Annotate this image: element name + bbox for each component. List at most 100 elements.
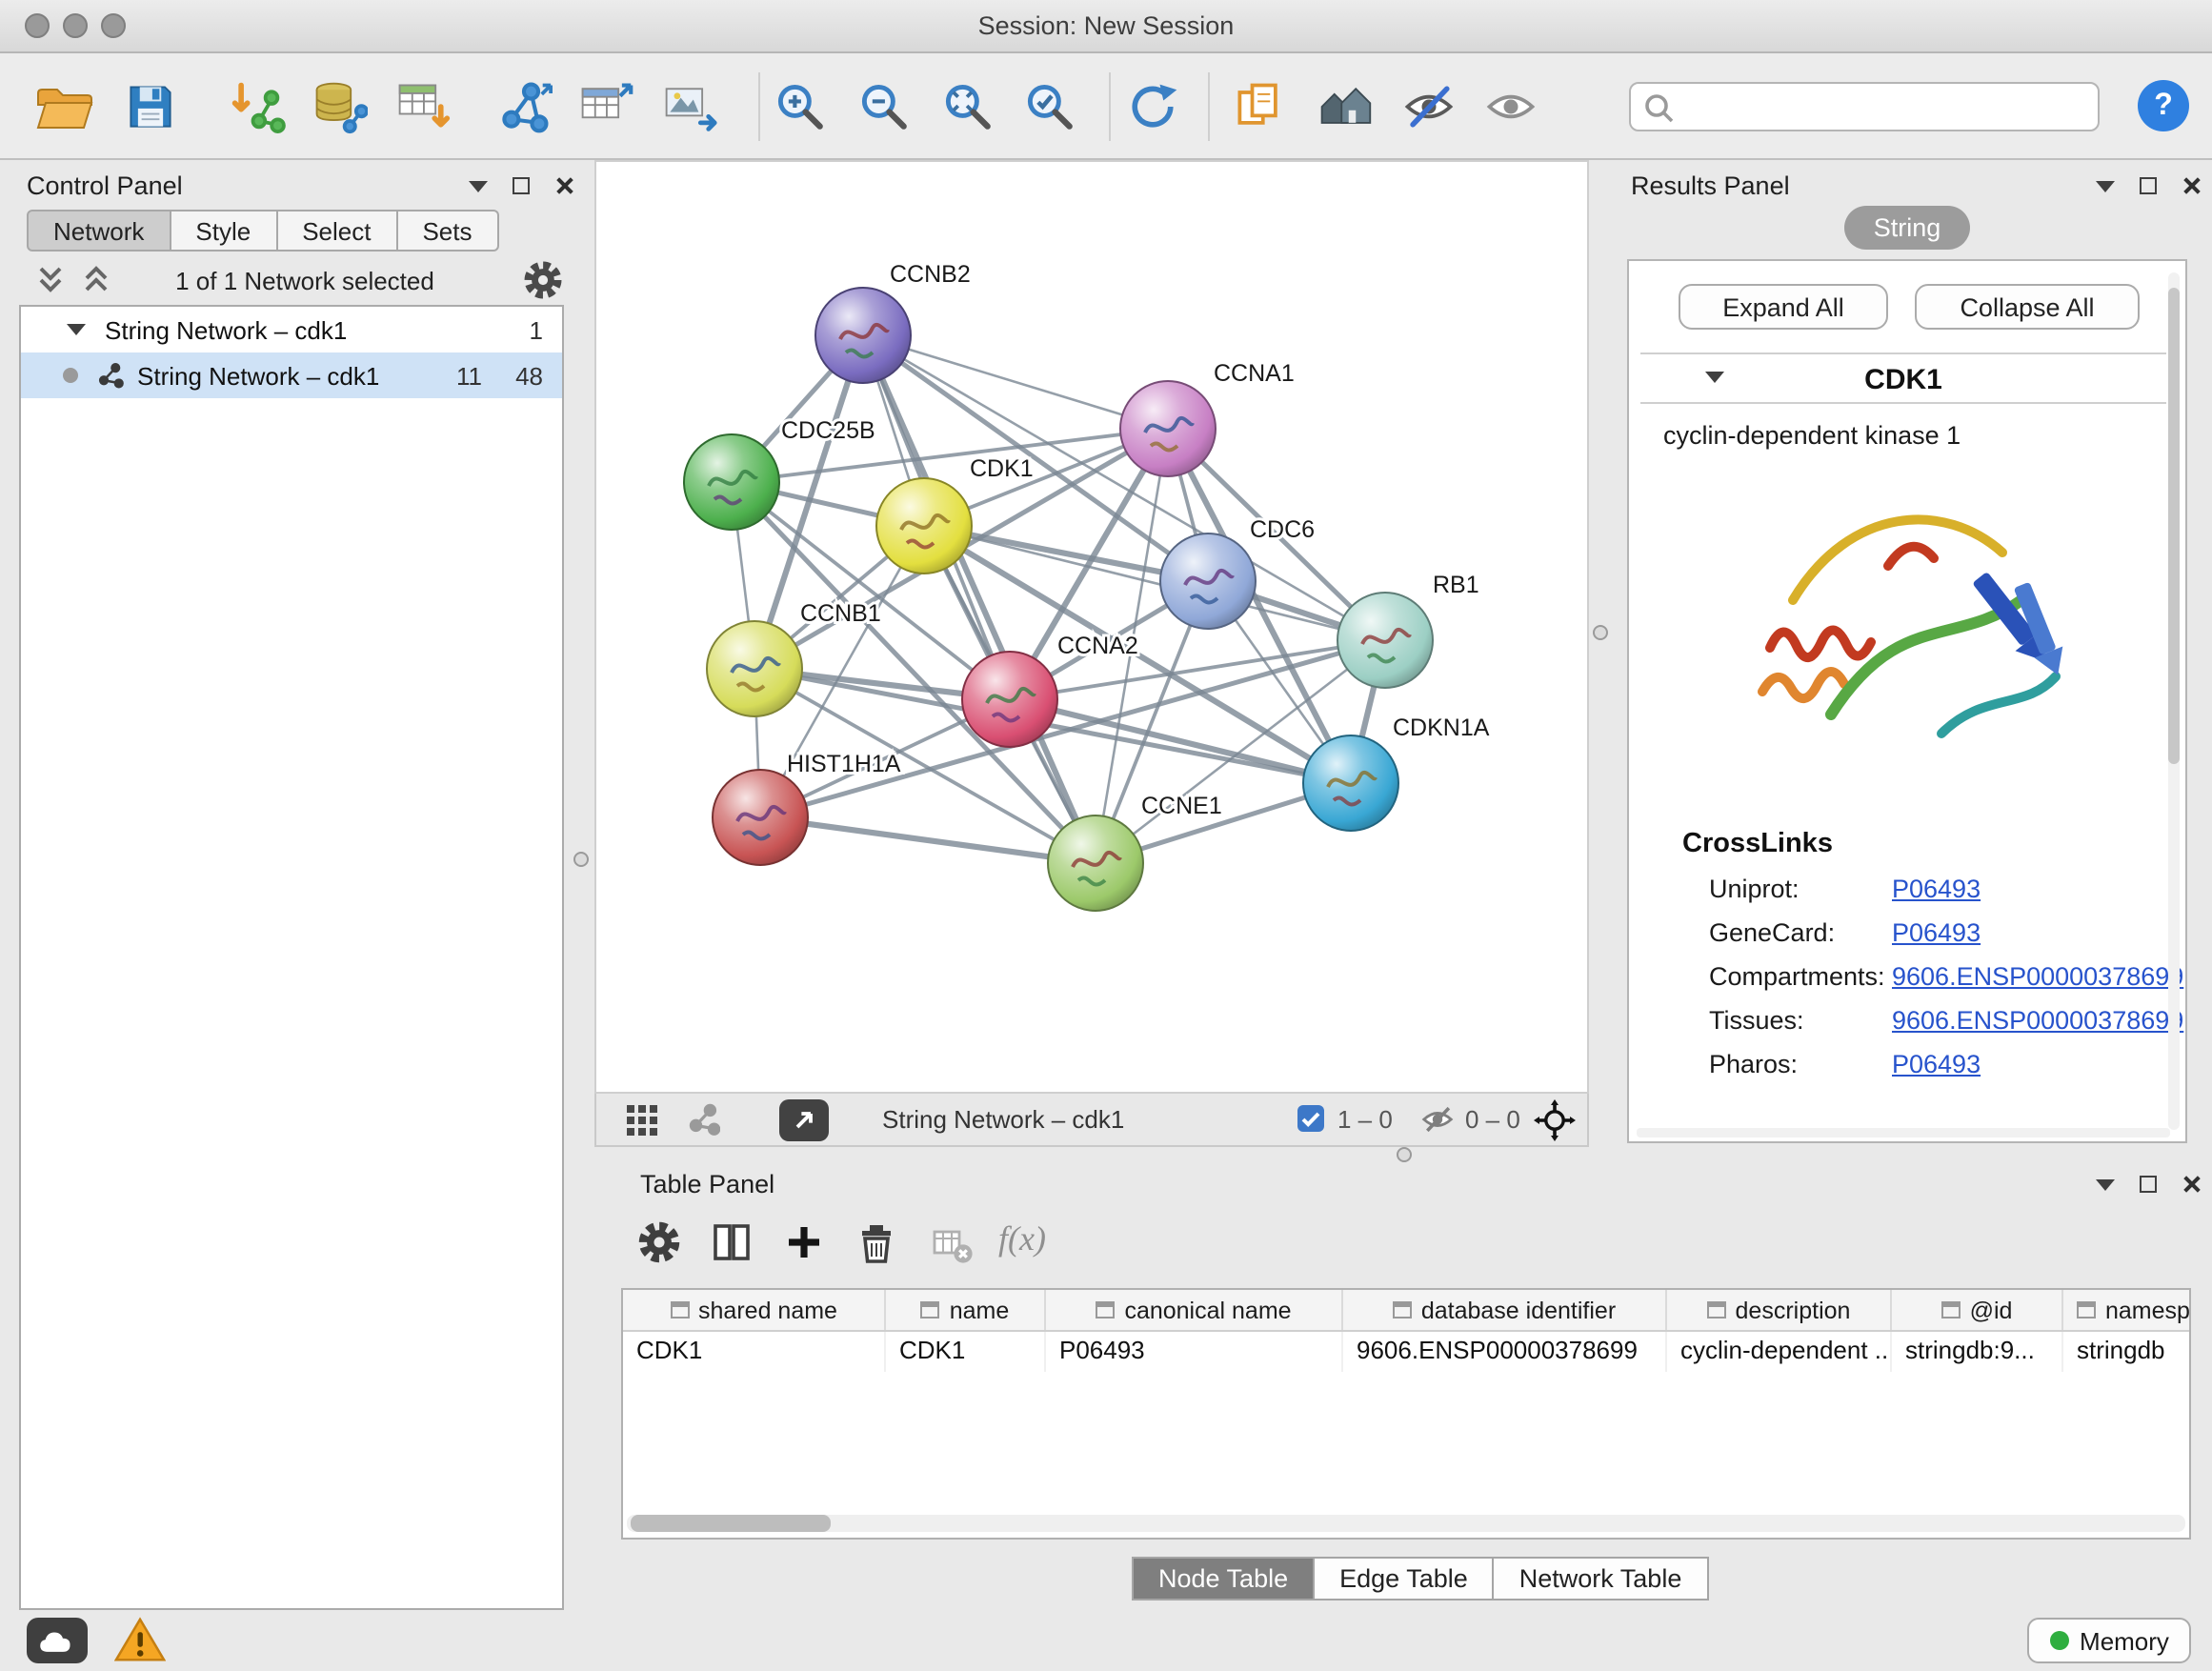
zoom-in-button[interactable] (768, 74, 833, 139)
delete-table-button[interactable] (930, 1223, 974, 1267)
function-builder-button[interactable]: f(x) (998, 1219, 1046, 1259)
show-columns-button[interactable] (709, 1219, 754, 1265)
column-header-description[interactable]: description (1667, 1290, 1892, 1330)
network-view-canvas[interactable]: CCNB2CCNA1CDC25BCDK1CDC6RB1CCNB1CCNA2CDK… (594, 160, 1589, 1094)
panel-close-icon[interactable] (2182, 1174, 2202, 1195)
show-hidden-button[interactable] (1478, 74, 1543, 139)
table-cell[interactable]: 9606.ENSP00000378699 (1343, 1332, 1667, 1372)
crosslink-pharos[interactable]: P06493 (1892, 1050, 1981, 1078)
help-button[interactable]: ? (2138, 80, 2189, 131)
column-header-name[interactable]: name (886, 1290, 1046, 1330)
table-row[interactable]: CDK1CDK1P064939606.ENSP00000378699cyclin… (623, 1332, 2189, 1372)
tree-expand-icon[interactable] (67, 324, 86, 335)
import-network-from-database-button[interactable] (307, 74, 372, 139)
table-cell[interactable]: stringdb:9... (1892, 1332, 2063, 1372)
panel-maximize-icon[interactable] (2140, 1176, 2157, 1193)
string-network-graph[interactable]: CCNB2CCNA1CDC25BCDK1CDC6RB1CCNB1CCNA2CDK… (596, 162, 1587, 1092)
panel-float-icon[interactable] (2096, 1178, 2115, 1190)
new-network-button[interactable] (492, 74, 556, 139)
network-overview-button[interactable] (688, 1103, 720, 1136)
save-session-button[interactable] (118, 74, 183, 139)
column-header-database-identifier[interactable]: database identifier (1343, 1290, 1667, 1330)
selected-checkbox-icon[interactable] (1297, 1105, 1324, 1132)
network-node-CDC25B[interactable]: CDC25B (684, 417, 875, 530)
hide-selected-button[interactable] (1397, 74, 1461, 139)
table-settings-button[interactable] (636, 1219, 682, 1265)
hidden-eye-slash-icon[interactable] (1419, 1101, 1456, 1137)
network-node-CCNA1[interactable]: CCNA1 (1120, 360, 1295, 476)
edge-HIST1H1A-CCNE1[interactable] (760, 817, 1096, 863)
table-cell[interactable]: stringdb (2063, 1332, 2191, 1372)
table-horizontal-scrollbar[interactable] (627, 1515, 2185, 1532)
results-tab-string[interactable]: String (1844, 206, 1970, 250)
search-field[interactable] (1629, 82, 2100, 131)
show-all-networks-button[interactable] (1313, 74, 1377, 139)
export-image-button[interactable] (657, 74, 722, 139)
zoom-selected-button[interactable] (1017, 74, 1082, 139)
splitter-handle[interactable] (1397, 1147, 1412, 1162)
panel-maximize-icon[interactable] (513, 177, 530, 194)
import-table-button[interactable] (391, 74, 455, 139)
tree-item-network-collection[interactable]: String Network – cdk1 1 (21, 307, 562, 352)
warnings-button[interactable] (114, 1616, 166, 1663)
splitter-handle[interactable] (1593, 625, 1608, 640)
tab-node-table[interactable]: Node Table (1132, 1557, 1315, 1601)
crosslink-genecard[interactable]: P06493 (1892, 918, 1981, 947)
panel-maximize-icon[interactable] (2140, 177, 2157, 194)
expand-all-button[interactable]: Expand All (1679, 284, 1888, 330)
network-node-CCNB2[interactable]: CCNB2 (815, 261, 971, 383)
open-session-button[interactable] (30, 74, 95, 139)
panel-float-icon[interactable] (2096, 180, 2115, 191)
tab-network[interactable]: Network (27, 210, 171, 252)
node-table[interactable]: shared namenamecanonical namedatabase id… (621, 1288, 2191, 1540)
table-cell[interactable]: P06493 (1046, 1332, 1343, 1372)
crosslink-tissues[interactable]: 9606.ENSP00000378699 (1892, 1006, 2183, 1035)
tree-item-network[interactable]: String Network – cdk1 11 48 (21, 352, 562, 398)
crosslink-uniprot[interactable]: P06493 (1892, 875, 1981, 903)
import-network-from-file-button[interactable] (225, 74, 290, 139)
scrollbar-thumb[interactable] (2168, 288, 2180, 764)
results-horizontal-scrollbar[interactable] (1637, 1128, 2170, 1137)
column-header-namespace[interactable]: namespace (2063, 1290, 2191, 1330)
table-cell[interactable]: CDK1 (886, 1332, 1046, 1372)
zoom-out-button[interactable] (852, 74, 916, 139)
grid-view-button[interactable] (627, 1105, 657, 1136)
scrollbar-thumb[interactable] (631, 1515, 831, 1532)
table-cell[interactable]: CDK1 (623, 1332, 886, 1372)
panel-close-icon[interactable] (2182, 175, 2202, 196)
tab-edge-table[interactable]: Edge Table (1315, 1557, 1495, 1601)
memory-button[interactable]: Memory (2027, 1618, 2191, 1663)
collapse-all-button[interactable]: Collapse All (1915, 284, 2140, 330)
network-node-RB1[interactable]: RB1 (1337, 572, 1479, 688)
tab-style[interactable]: Style (171, 210, 277, 252)
cloud-status-button[interactable] (27, 1618, 88, 1663)
crosslink-compartments[interactable]: 9606.ENSP00000378699 (1892, 962, 2183, 991)
network-node-CDKN1A[interactable]: CDKN1A (1303, 715, 1490, 831)
tab-sets[interactable]: Sets (397, 210, 498, 252)
new-table-button[interactable] (573, 74, 638, 139)
panel-close-icon[interactable] (554, 175, 575, 196)
delete-column-button[interactable] (854, 1219, 899, 1265)
splitter-handle[interactable] (573, 852, 589, 867)
panel-float-icon[interactable] (469, 180, 488, 191)
expand-all-tree-button[interactable] (80, 263, 112, 295)
tab-network-table[interactable]: Network Table (1495, 1557, 1709, 1601)
column-header--id[interactable]: @id (1892, 1290, 2063, 1330)
network-node-CCNB1[interactable]: CCNB1 (707, 600, 881, 716)
copy-document-button[interactable] (1227, 74, 1292, 139)
create-column-button[interactable] (781, 1219, 827, 1265)
network-options-button[interactable] (522, 259, 564, 301)
network-node-HIST1H1A[interactable]: HIST1H1A (713, 751, 901, 865)
tab-select[interactable]: Select (277, 210, 397, 252)
column-header-shared-name[interactable]: shared name (623, 1290, 886, 1330)
zoom-fit-button[interactable] (935, 74, 1000, 139)
network-node-CDK1[interactable]: CDK1 (876, 455, 1034, 574)
fit-content-button[interactable] (1534, 1099, 1576, 1141)
edge-CCNB2-CCNE1[interactable] (863, 335, 1096, 863)
network-edges[interactable] (732, 335, 1385, 863)
results-vertical-scrollbar[interactable] (2168, 272, 2180, 1130)
table-cell[interactable]: cyclin-dependent ... (1667, 1332, 1892, 1372)
detach-view-button[interactable] (779, 1099, 829, 1141)
column-header-canonical-name[interactable]: canonical name (1046, 1290, 1343, 1330)
collapse-all-tree-button[interactable] (34, 263, 67, 295)
